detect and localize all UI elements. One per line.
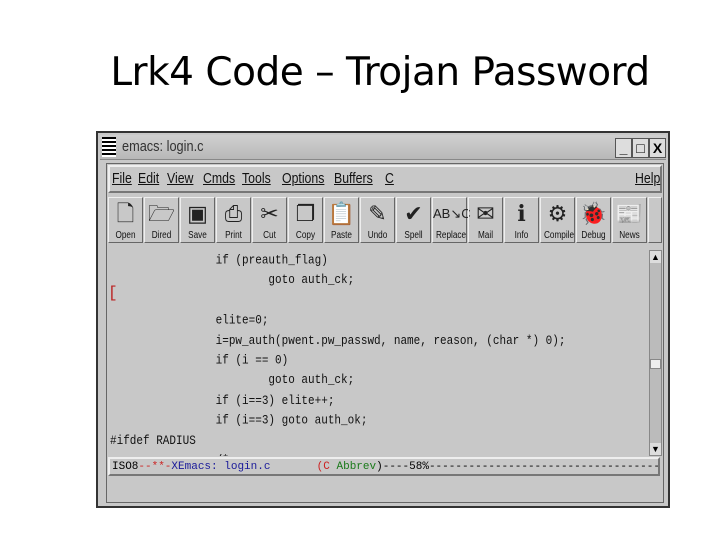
spellcheck-icon: ✔ [404, 201, 423, 226]
replace-icon: AB↘C [433, 206, 471, 221]
maximize-button[interactable]: □ [632, 138, 649, 158]
clipboard-icon: 📋 [327, 201, 356, 226]
scissors-icon: ✂ [260, 201, 279, 226]
close-button[interactable]: X [649, 138, 666, 158]
title-bar[interactable]: emacs: login.c _ □ X [100, 135, 666, 160]
modeline-buffer-id: XEmacs: [171, 461, 218, 473]
toolbar-spacer [648, 197, 662, 243]
save-button[interactable]: ▣ Save [180, 197, 215, 243]
modeline: ISO8--**-XEmacs: login.c (C Abbrev)----5… [108, 457, 660, 476]
menu-view[interactable]: View [167, 170, 193, 187]
replace-button[interactable]: AB↘C Replace [432, 197, 471, 243]
slide-title: Lrk4 Code – Trojan Password [110, 50, 650, 95]
vertical-scrollbar[interactable]: ▲ ▼ [649, 250, 662, 456]
minibuffer[interactable] [108, 478, 660, 500]
eraser-icon: ✎ [368, 201, 387, 226]
info-icon: i [517, 201, 526, 227]
mail-button[interactable]: ✉ Mail [468, 197, 503, 243]
bug-jar-icon: 🐞 [579, 201, 608, 226]
menu-c[interactable]: C [385, 170, 394, 187]
modeline-fill: ----------------------------------------… [428, 461, 660, 473]
undo-button[interactable]: ✎ Undo [360, 197, 395, 243]
print-button[interactable]: ⎙ Print [216, 197, 251, 243]
menu-buffers[interactable]: Buffers [334, 170, 373, 187]
info-button[interactable]: i Info [504, 197, 539, 243]
menu-bar: File Edit View Cmds Tools Options Buffer… [108, 165, 662, 193]
modeline-buffer-name[interactable]: login.c [218, 461, 270, 473]
modeline-flags: --**- [138, 461, 172, 473]
fringe-bracket: [ [108, 284, 118, 302]
code-text: if (preauth_flag) goto auth_ck; elite=0;… [110, 254, 566, 456]
emacs-window: emacs: login.c _ □ X File Edit View Cmds… [96, 131, 670, 508]
debug-button[interactable]: 🐞 Debug [576, 197, 611, 243]
modeline-coding: ISO8 [112, 461, 139, 473]
spell-button[interactable]: ✔ Spell [396, 197, 431, 243]
dired-button[interactable]: 🗁 Dired [144, 197, 179, 243]
cut-button[interactable]: ✂ Cut [252, 197, 287, 243]
folder-icon: 🗁 [147, 201, 176, 226]
modeline-major-mode[interactable]: C [323, 461, 330, 473]
modeline-gap [270, 461, 316, 473]
mail-icon: ✉ [476, 201, 495, 226]
printer-icon: ⎙ [224, 201, 243, 226]
editor-text-area[interactable]: if (preauth_flag) goto auth_ck; elite=0;… [108, 248, 646, 456]
floppy-icon: ▣ [187, 201, 208, 226]
emacs-frame: File Edit View Cmds Tools Options Buffer… [106, 163, 664, 503]
scroll-down-arrow-icon[interactable]: ▼ [650, 443, 661, 455]
menu-cmds[interactable]: Cmds [203, 170, 235, 187]
menu-tools[interactable]: Tools [242, 170, 271, 187]
menu-help[interactable]: Help [635, 170, 660, 187]
gears-icon: ⚙ [547, 201, 568, 226]
news-button[interactable]: 📰 News [612, 197, 647, 243]
document-icon: 🗋 [116, 201, 135, 226]
window-title: emacs: login.c [122, 138, 204, 155]
menu-edit[interactable]: Edit [138, 170, 159, 187]
paste-button[interactable]: 📋 Paste [324, 197, 359, 243]
copy-icon: ❐ [295, 201, 316, 226]
copy-button[interactable]: ❐ Copy [288, 197, 323, 243]
toolbar: 🗋 Open 🗁 Dired ▣ Save ⎙ Print ✂ Cut ❐ Copy 📋 Pa… [108, 196, 662, 244]
modeline-close-paren: ) [376, 461, 383, 473]
scroll-up-arrow-icon[interactable]: ▲ [650, 251, 661, 263]
window-menu-icon[interactable] [102, 137, 116, 157]
scrollbar-thumb[interactable] [650, 359, 661, 369]
compile-button[interactable]: ⚙ Compile [540, 197, 575, 243]
minimize-button[interactable]: _ [615, 138, 632, 158]
modeline-position: ----58% [382, 461, 429, 473]
menu-file[interactable]: File [112, 170, 132, 187]
modeline-minor-mode[interactable]: Abbrev [330, 461, 376, 473]
open-button[interactable]: 🗋 Open [108, 197, 143, 243]
news-icon: 📰 [615, 201, 644, 226]
menu-options[interactable]: Options [282, 170, 324, 187]
